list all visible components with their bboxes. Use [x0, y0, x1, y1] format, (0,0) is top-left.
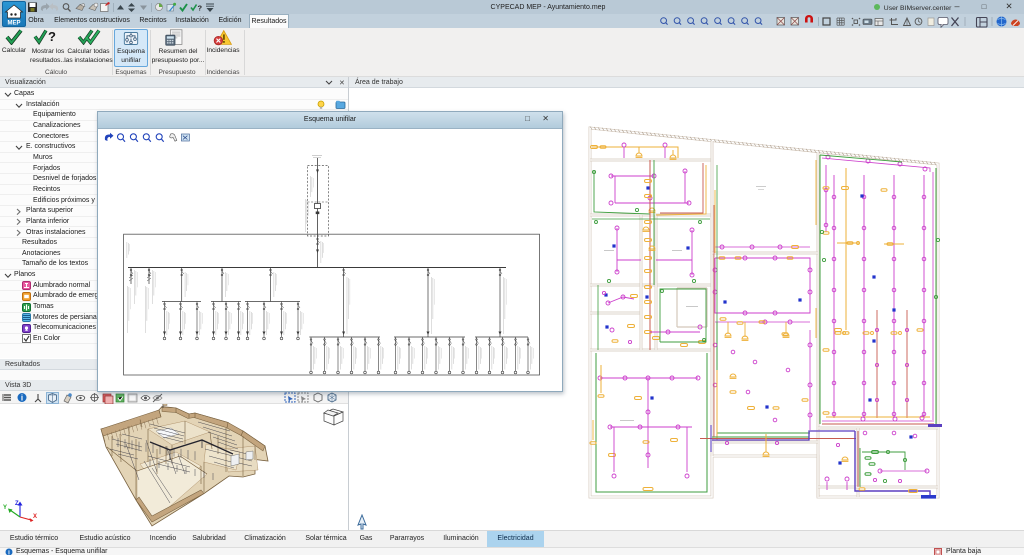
- svg-text:i: i: [21, 394, 23, 403]
- svg-text:X: X: [33, 514, 37, 520]
- svg-text:?: ?: [198, 4, 203, 13]
- svg-text:?: ?: [48, 29, 56, 44]
- svg-text:Y: Y: [3, 505, 7, 511]
- svg-text:Z: Z: [15, 501, 19, 507]
